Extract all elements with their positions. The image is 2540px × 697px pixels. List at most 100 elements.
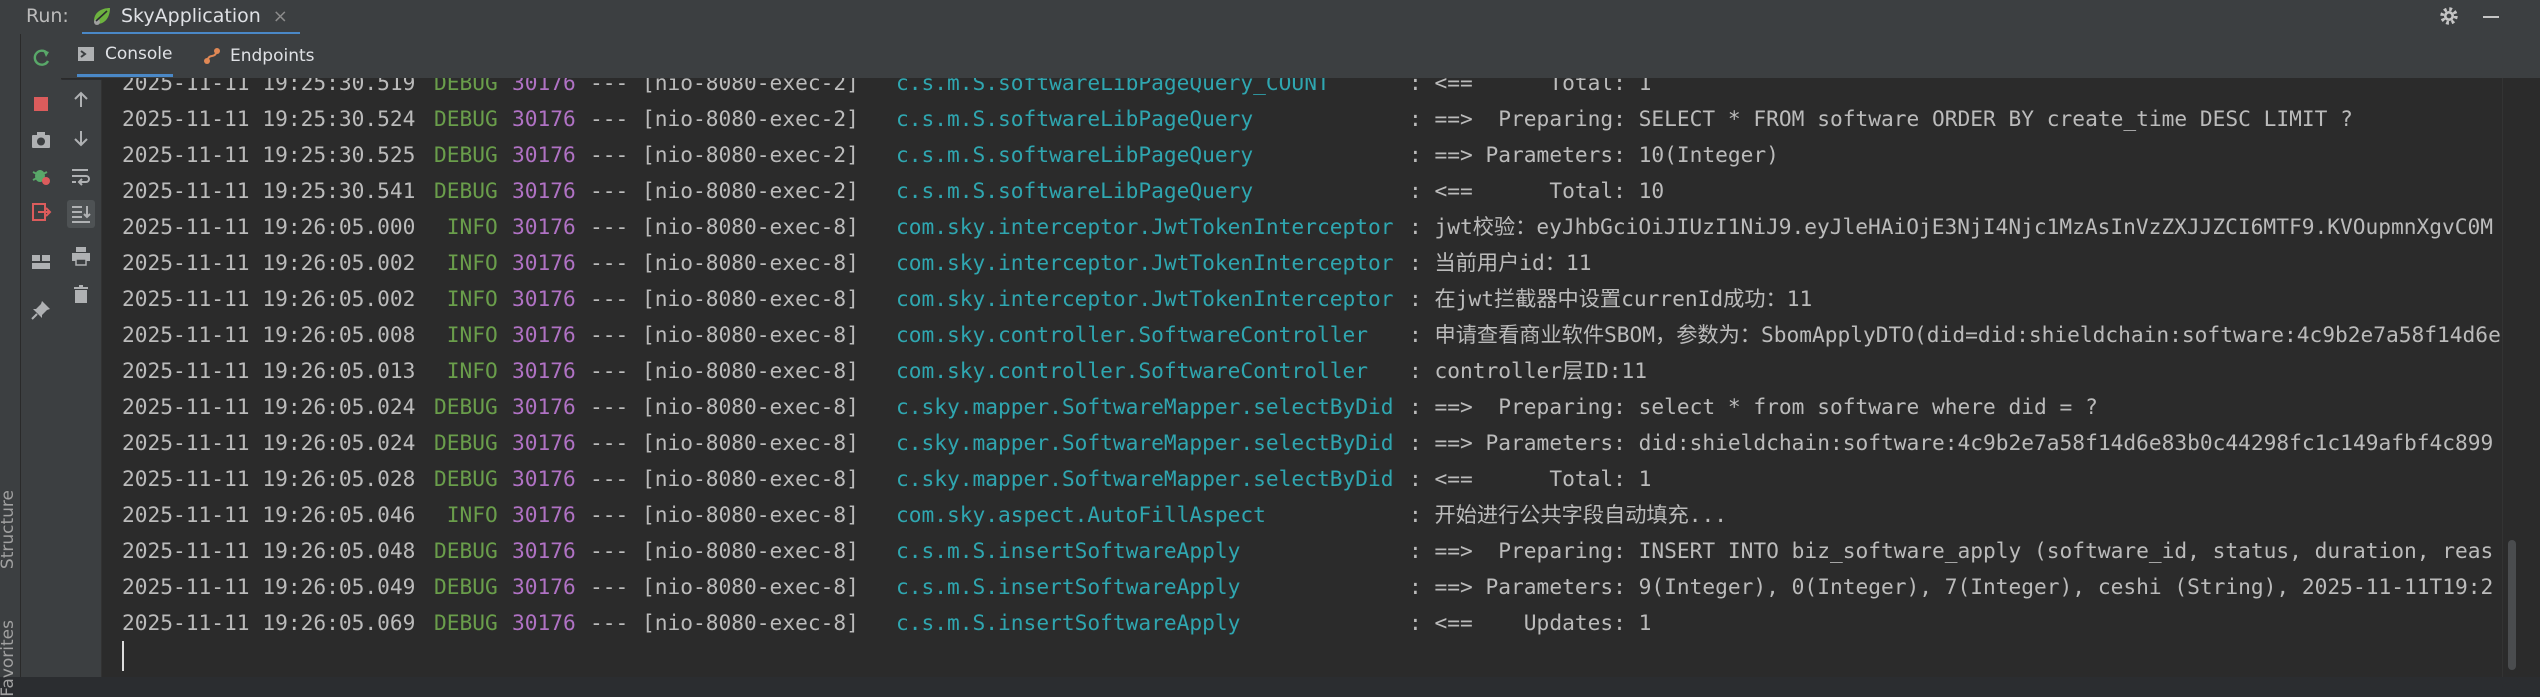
- log-sep: ---: [590, 502, 629, 527]
- log-logger[interactable]: c.sky.mapper.SoftwareMapper.selectByDid: [896, 426, 1393, 460]
- log-line: 2025-11-11 19:26:05.046 INFO 30176 --- [nio…: [122, 498, 2502, 532]
- minimize-button[interactable]: [2480, 0, 2502, 32]
- log-thread: [nio-8080-exec-2]: [642, 106, 859, 131]
- structure-tool-label[interactable]: Structure: [0, 490, 18, 569]
- log-level: INFO: [434, 358, 498, 383]
- log-line: 2025-11-11 19:26:05.002 INFO 30176 --- [nio…: [122, 282, 2502, 316]
- tab-console[interactable]: Console: [77, 34, 173, 77]
- soft-wrap-button[interactable]: [69, 164, 93, 188]
- log-logger[interactable]: com.sky.interceptor.JwtTokenInterceptor: [896, 246, 1393, 280]
- log-logger[interactable]: com.sky.controller.SoftwareController: [896, 318, 1368, 352]
- scroll-to-end-icon: [72, 206, 91, 223]
- stop-icon: [34, 97, 48, 111]
- log-logger[interactable]: c.sky.mapper.SoftwareMapper.selectByDid: [896, 462, 1393, 496]
- run-tab-skyapplication[interactable]: SkyApplication ×: [82, 0, 300, 35]
- console-output[interactable]: 2025-11-11 19:25:30.519 DEBUG 30176 --- [nio…: [102, 78, 2502, 677]
- log-message: : ==> Parameters: did:shieldchain:softwa…: [1409, 430, 2494, 455]
- log-pid: 30176: [512, 322, 576, 347]
- log-pid: 30176: [512, 394, 576, 419]
- endpoints-icon: [204, 47, 220, 64]
- log-logger[interactable]: c.s.m.S.softwareLibPageQuery: [896, 138, 1253, 172]
- log-message: : 当前用户id：11: [1409, 250, 1592, 275]
- log-sep: ---: [590, 322, 629, 347]
- run-tool-window-header: Run: SkyApplication ×: [0, 0, 2540, 35]
- log-logger[interactable]: c.s.m.S.insertSoftwareApply: [896, 534, 1240, 568]
- stop-button[interactable]: [29, 92, 53, 116]
- log-ts: 2025-11-11 19:26:05.008: [122, 322, 416, 347]
- log-ts: 2025-11-11 19:25:30.524: [122, 106, 416, 131]
- log-ts: 2025-11-11 19:26:05.048: [122, 538, 416, 563]
- log-sep: ---: [590, 106, 629, 131]
- log-sep: ---: [590, 286, 629, 311]
- log-pid: 30176: [512, 358, 576, 383]
- log-thread: [nio-8080-exec-8]: [642, 610, 859, 635]
- log-level: DEBUG: [434, 178, 498, 203]
- tab-endpoints[interactable]: Endpoints: [202, 34, 315, 77]
- scroll-to-end-toggle[interactable]: [67, 200, 95, 228]
- log-logger[interactable]: com.sky.controller.SoftwareController: [896, 354, 1368, 388]
- log-logger[interactable]: c.sky.mapper.SoftwareMapper.selectByDid: [896, 390, 1393, 424]
- console-actions-toolbar: [61, 80, 102, 677]
- scroll-up-button[interactable]: [69, 88, 93, 112]
- log-line: 2025-11-11 19:26:05.049 DEBUG 30176 --- [nio…: [122, 570, 2502, 604]
- left-tool-strip: Structure Favorites: [0, 34, 21, 697]
- log-thread: [nio-8080-exec-2]: [642, 78, 859, 95]
- log-line: 2025-11-11 19:26:05.024 DEBUG 30176 --- [nio…: [122, 390, 2502, 424]
- log-ts: 2025-11-11 19:26:05.028: [122, 466, 416, 491]
- clear-all-button[interactable]: [69, 282, 93, 306]
- log-thread: [nio-8080-exec-8]: [642, 358, 859, 383]
- log-pid: 30176: [512, 286, 576, 311]
- log-thread: [nio-8080-exec-2]: [642, 178, 859, 203]
- console-subtabs: Console Endpoints: [61, 34, 2540, 79]
- log-line: 2025-11-11 19:25:30.524 DEBUG 30176 --- [nio…: [122, 102, 2502, 136]
- log-thread: [nio-8080-exec-8]: [642, 430, 859, 455]
- log-logger[interactable]: c.s.m.S.softwareLibPageQuery: [896, 174, 1253, 208]
- log-line: 2025-11-11 19:25:30.525 DEBUG 30176 --- [nio…: [122, 138, 2502, 172]
- layout-icon: [32, 255, 50, 269]
- close-icon[interactable]: ×: [273, 6, 288, 27]
- log-ts: 2025-11-11 19:26:05.046: [122, 502, 416, 527]
- snapshot-button[interactable]: [29, 128, 53, 152]
- log-logger[interactable]: c.s.m.S.softwareLibPageQuery: [896, 102, 1253, 136]
- vertical-scrollbar-thumb[interactable]: [2508, 540, 2516, 670]
- log-ts: 2025-11-11 19:26:05.002: [122, 250, 416, 275]
- log-sep: ---: [590, 394, 629, 419]
- exit-button[interactable]: [29, 200, 53, 224]
- pin-tab-button[interactable]: [29, 298, 53, 322]
- log-logger[interactable]: c.s.m.S.insertSoftwareApply: [896, 606, 1240, 640]
- log-level: DEBUG: [434, 142, 498, 167]
- log-pid: 30176: [512, 106, 576, 131]
- log-thread: [nio-8080-exec-8]: [642, 214, 859, 239]
- log-thread: [nio-8080-exec-8]: [642, 394, 859, 419]
- log-pid: 30176: [512, 142, 576, 167]
- print-button[interactable]: [69, 244, 93, 268]
- log-line: 2025-11-11 19:26:05.002 INFO 30176 --- [nio…: [122, 246, 2502, 280]
- pin-icon: [31, 301, 50, 320]
- rerun-icon: [33, 49, 50, 66]
- log-message: : ==> Preparing: SELECT * FROM software …: [1409, 106, 2353, 131]
- scroll-down-button[interactable]: [69, 126, 93, 150]
- log-ts: 2025-11-11 19:26:05.002: [122, 286, 416, 311]
- arrow-down-icon: [74, 131, 88, 147]
- log-level: DEBUG: [434, 466, 498, 491]
- rerun-button[interactable]: [29, 46, 53, 70]
- log-logger[interactable]: com.sky.interceptor.JwtTokenInterceptor: [896, 210, 1393, 244]
- log-message: : <== Total: 10: [1409, 178, 1665, 203]
- log-message: : <== Updates: 1: [1409, 610, 1652, 635]
- log-logger[interactable]: com.sky.aspect.AutoFillAspect: [896, 498, 1266, 532]
- log-level: INFO: [434, 286, 498, 311]
- log-logger[interactable]: com.sky.interceptor.JwtTokenInterceptor: [896, 282, 1393, 316]
- favorites-tool-label[interactable]: Favorites: [0, 620, 18, 697]
- log-sep: ---: [590, 142, 629, 167]
- debug-settings-button[interactable]: [29, 164, 53, 188]
- settings-button[interactable]: [2438, 0, 2460, 32]
- log-level: DEBUG: [434, 106, 498, 131]
- log-message: : ==> Preparing: select * from software …: [1409, 394, 2098, 419]
- log-logger[interactable]: c.s.m.S.softwareLibPageQuery_COUNT: [896, 78, 1330, 100]
- log-logger[interactable]: c.s.m.S.insertSoftwareApply: [896, 570, 1240, 604]
- layout-button[interactable]: [29, 250, 53, 274]
- printer-icon: [72, 247, 90, 266]
- log-message: : <== Total: 1: [1409, 466, 1652, 491]
- log-ts: 2025-11-11 19:26:05.024: [122, 394, 416, 419]
- log-level: INFO: [434, 502, 498, 527]
